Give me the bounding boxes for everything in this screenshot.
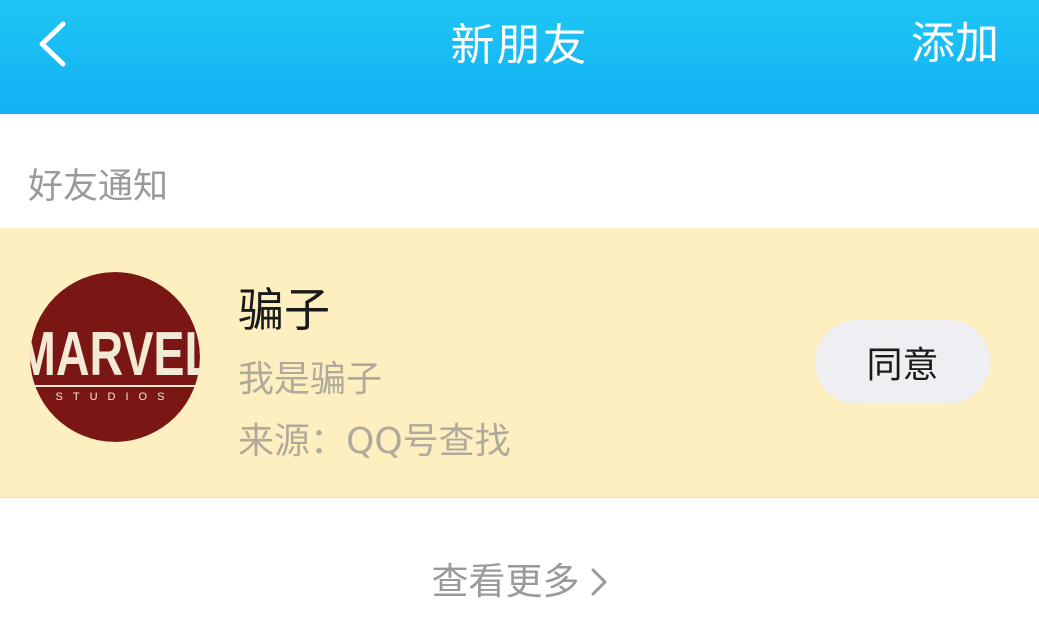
- marvel-logo-image: MARVEL STUDIOS: [30, 272, 200, 442]
- avatar-brand-text: MARVEL: [30, 320, 200, 389]
- friend-request-item[interactable]: MARVEL STUDIOS 骗子 我是骗子 来源：QQ号查找 同意: [0, 228, 1039, 498]
- friend-request-source: 来源：QQ号查找: [238, 421, 511, 462]
- avatar-sub-text: STUDIOS: [56, 391, 175, 403]
- page-title: 新朋友: [450, 20, 589, 71]
- agree-button[interactable]: 同意: [815, 320, 990, 404]
- avatar[interactable]: MARVEL STUDIOS: [30, 272, 200, 442]
- see-more-label: 查看更多: [431, 560, 580, 603]
- friend-name: 骗子: [238, 283, 330, 337]
- add-button[interactable]: 添加: [911, 14, 999, 74]
- new-friends-screen: 新朋友 添加 好友通知 MARVEL STUDIOS 骗子 我是骗子 来源：QQ…: [0, 0, 1039, 634]
- nav-header: 新朋友 添加: [0, 0, 1039, 114]
- section-label-friend-notifications: 好友通知: [28, 167, 169, 207]
- see-more-link[interactable]: 查看更多: [0, 556, 1039, 608]
- friend-request-message: 我是骗子: [238, 359, 383, 400]
- chevron-right-icon: [590, 567, 608, 597]
